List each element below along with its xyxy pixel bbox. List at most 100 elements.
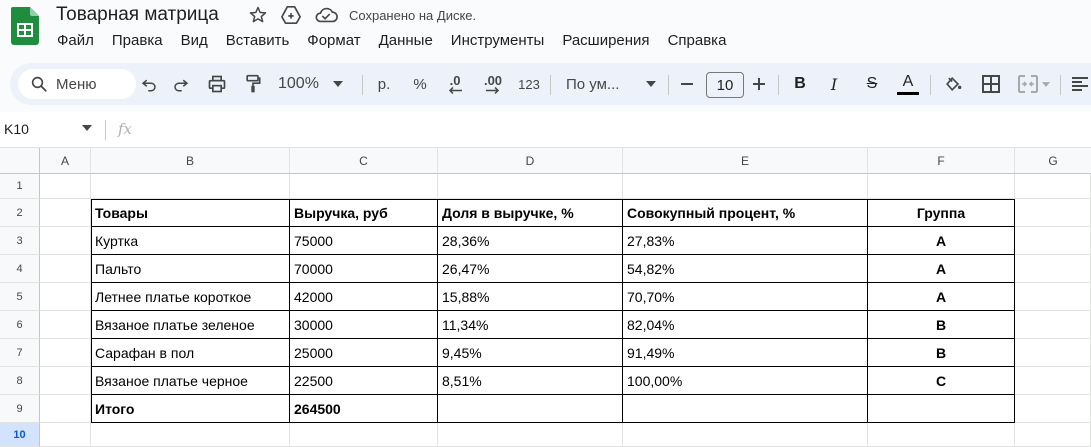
table-row-share[interactable]: 11,34% <box>438 311 623 339</box>
decrease-decimals-button[interactable]: .0 <box>440 63 470 105</box>
table-row-cumulative[interactable]: 27,83% <box>623 227 868 255</box>
column-header-c[interactable]: C <box>290 148 438 174</box>
merge-cells-button[interactable] <box>1014 63 1054 105</box>
table-row-group[interactable]: A <box>868 227 1015 255</box>
currency-format-button[interactable]: р. <box>372 63 396 105</box>
table-row-cumulative[interactable]: 70,70% <box>623 283 868 311</box>
font-size-input[interactable]: 10 <box>706 72 744 98</box>
cell-a4[interactable] <box>40 255 91 283</box>
text-color-button[interactable]: A <box>894 63 922 105</box>
table-total-label[interactable]: Итого <box>91 395 290 423</box>
increase-decimals-button[interactable]: .00 <box>476 63 510 105</box>
horizontal-align-button[interactable] <box>1068 63 1091 105</box>
row-header-5[interactable]: 5 <box>0 283 40 311</box>
cell-e10[interactable] <box>623 423 868 447</box>
cell-g8[interactable] <box>1015 367 1091 395</box>
table-row-cumulative[interactable]: 91,49% <box>623 339 868 367</box>
column-header-f[interactable]: F <box>868 148 1015 174</box>
table-row-group[interactable]: B <box>868 339 1015 367</box>
paint-format-button[interactable] <box>240 63 266 105</box>
star-icon[interactable] <box>248 5 268 25</box>
table-row-revenue[interactable]: 70000 <box>290 255 438 283</box>
table-total-share[interactable] <box>438 395 623 423</box>
column-header-a[interactable]: A <box>40 148 91 174</box>
table-header-share[interactable]: Доля в выручке, % <box>438 199 623 227</box>
row-header-7[interactable]: 7 <box>0 339 40 367</box>
percent-format-button[interactable]: % <box>408 63 432 105</box>
table-row-revenue[interactable]: 30000 <box>290 311 438 339</box>
strikethrough-button[interactable]: S <box>860 63 884 105</box>
table-row-product[interactable]: Куртка <box>91 227 290 255</box>
menu-insert[interactable]: Вставить <box>217 30 299 52</box>
table-row-cumulative[interactable]: 54,82% <box>623 255 868 283</box>
cell-d1[interactable] <box>438 174 623 199</box>
cell-a1[interactable] <box>40 174 91 199</box>
cell-e1[interactable] <box>623 174 868 199</box>
row-header-10[interactable]: 10 <box>0 423 40 447</box>
row-header-9[interactable]: 9 <box>0 395 40 423</box>
cell-c1[interactable] <box>290 174 438 199</box>
table-total-group[interactable] <box>868 395 1015 423</box>
row-header-8[interactable]: 8 <box>0 367 40 395</box>
table-row-share[interactable]: 9,45% <box>438 339 623 367</box>
table-total-revenue[interactable]: 264500 <box>290 395 438 423</box>
table-row-group[interactable]: C <box>868 367 1015 395</box>
table-row-share[interactable]: 15,88% <box>438 283 623 311</box>
table-row-cumulative[interactable]: 82,04% <box>623 311 868 339</box>
menu-tools[interactable]: Инструменты <box>442 30 554 52</box>
cell-a7[interactable] <box>40 339 91 367</box>
cell-a10[interactable] <box>40 423 91 447</box>
table-row-product[interactable]: Вязаное платье зеленое <box>91 311 290 339</box>
number-format-button[interactable]: 123 <box>514 63 544 105</box>
zoom-select[interactable]: 100% <box>278 63 354 105</box>
decrease-font-size-button[interactable] <box>676 63 698 105</box>
column-header-b[interactable]: B <box>91 148 290 174</box>
undo-button[interactable] <box>136 63 162 105</box>
print-button[interactable] <box>204 63 230 105</box>
font-family-select[interactable]: По ум... <box>566 63 656 105</box>
column-header-d[interactable]: D <box>438 148 623 174</box>
table-row-group[interactable]: A <box>868 255 1015 283</box>
cell-g2[interactable] <box>1015 199 1091 227</box>
table-row-revenue[interactable]: 75000 <box>290 227 438 255</box>
table-header-group[interactable]: Группа <box>868 199 1015 227</box>
menu-view[interactable]: Вид <box>172 30 217 52</box>
column-header-g[interactable]: G <box>1015 148 1091 174</box>
cell-a5[interactable] <box>40 283 91 311</box>
cell-d10[interactable] <box>438 423 623 447</box>
menu-extensions[interactable]: Расширения <box>553 30 658 52</box>
bold-button[interactable]: B <box>788 63 812 105</box>
cell-a6[interactable] <box>40 311 91 339</box>
cell-g3[interactable] <box>1015 227 1091 255</box>
table-row-product[interactable]: Пальто <box>91 255 290 283</box>
cell-g9[interactable] <box>1015 395 1091 423</box>
row-header-1[interactable]: 1 <box>0 174 40 199</box>
menu-file[interactable]: Файл <box>48 30 103 52</box>
row-header-4[interactable]: 4 <box>0 255 40 283</box>
table-header-goods[interactable]: Товары <box>91 199 290 227</box>
table-row-revenue[interactable]: 22500 <box>290 367 438 395</box>
cell-g6[interactable] <box>1015 311 1091 339</box>
document-title[interactable]: Товарная матрица <box>56 4 219 26</box>
cell-b1[interactable] <box>91 174 290 199</box>
increase-font-size-button[interactable] <box>748 63 770 105</box>
italic-button[interactable]: I <box>822 63 846 105</box>
table-total-cumulative[interactable] <box>623 395 868 423</box>
chevron-down-icon[interactable] <box>82 125 92 131</box>
table-header-revenue[interactable]: Выручка, руб <box>290 199 438 227</box>
table-row-group[interactable]: A <box>868 283 1015 311</box>
menu-help[interactable]: Справка <box>659 30 736 52</box>
menu-edit[interactable]: Правка <box>103 30 172 52</box>
move-to-drive-icon[interactable] <box>280 5 302 25</box>
borders-button[interactable] <box>978 63 1004 105</box>
table-row-product[interactable]: Вязаное платье черное <box>91 367 290 395</box>
cell-g5[interactable] <box>1015 283 1091 311</box>
name-box[interactable]: K10 <box>4 121 29 137</box>
column-header-e[interactable]: E <box>623 148 868 174</box>
row-header-3[interactable]: 3 <box>0 227 40 255</box>
cloud-saved-icon[interactable] <box>314 6 338 24</box>
redo-button[interactable] <box>168 63 194 105</box>
row-header-6[interactable]: 6 <box>0 311 40 339</box>
cell-g4[interactable] <box>1015 255 1091 283</box>
table-row-revenue[interactable]: 42000 <box>290 283 438 311</box>
